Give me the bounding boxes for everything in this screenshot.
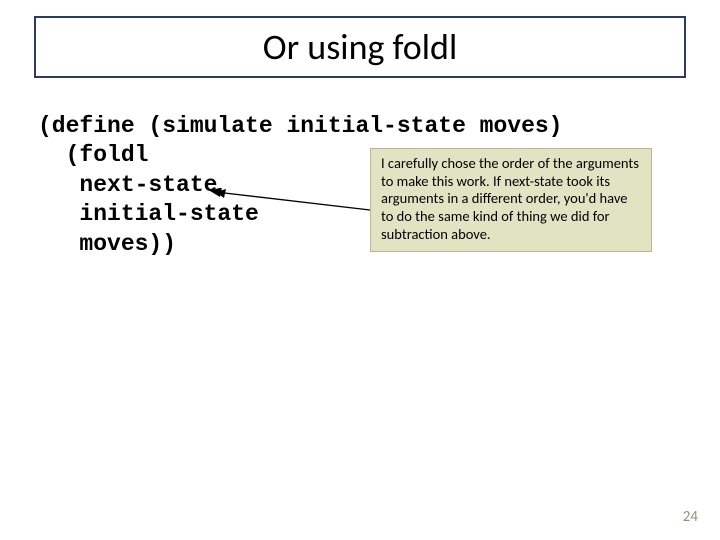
slide-title: Or using foldl <box>263 25 457 69</box>
code-line-2: (foldl <box>38 142 148 168</box>
code-line-4: initial-state <box>38 201 259 227</box>
code-line-1: (define (simulate initial-state moves) <box>38 113 563 139</box>
page-number: 24 <box>683 508 698 526</box>
code-line-5: moves)) <box>38 231 176 257</box>
title-box: Or using foldl <box>34 16 686 78</box>
callout-box: I carefully chose the order of the argum… <box>370 148 652 252</box>
callout-text: I carefully chose the order of the argum… <box>381 154 639 243</box>
code-line-3: next-state <box>38 172 217 198</box>
